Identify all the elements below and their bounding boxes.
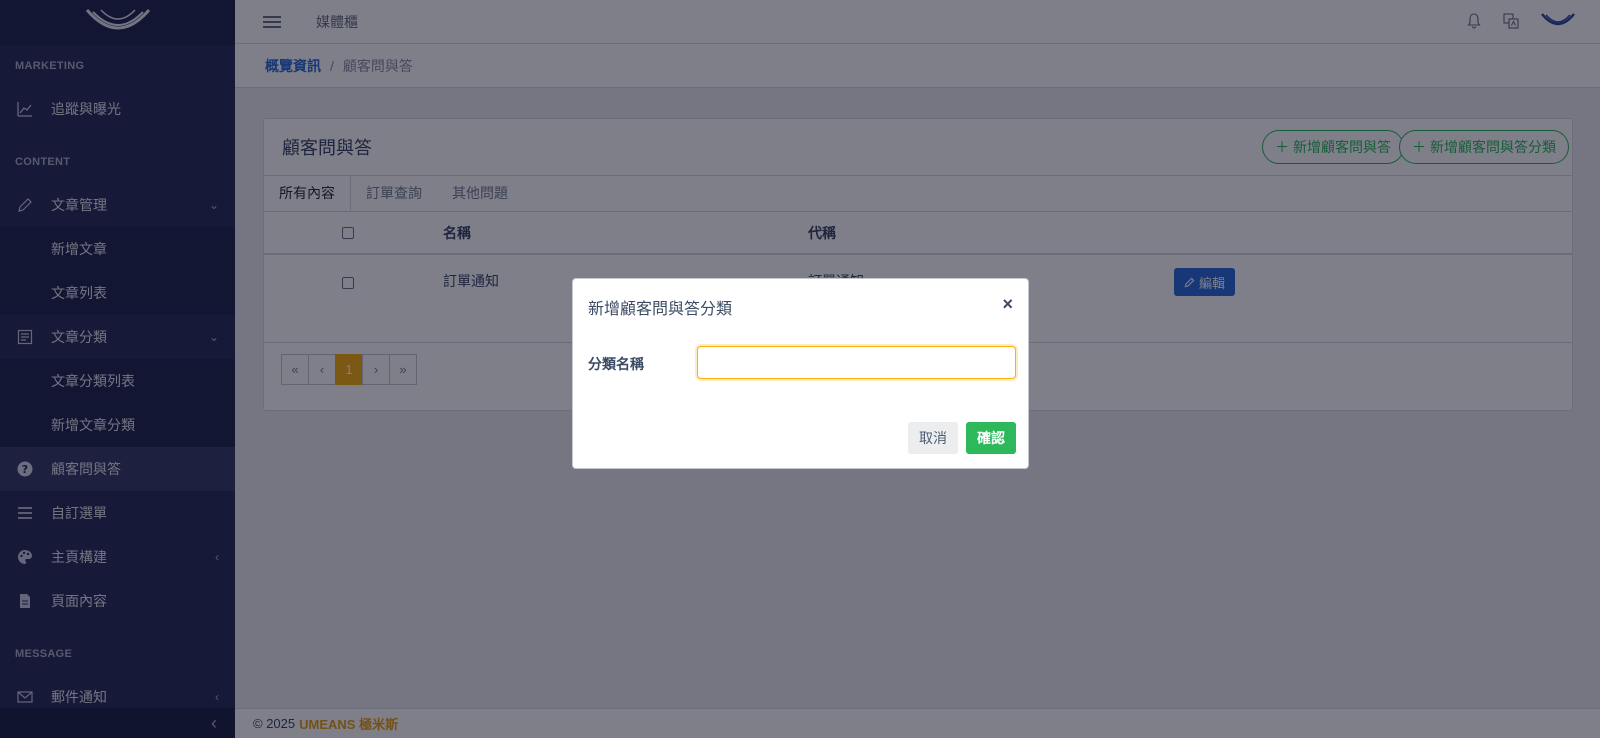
confirm-button[interactable]: 確認	[966, 422, 1016, 454]
category-name-label: 分類名稱	[588, 356, 644, 372]
category-name-input[interactable]	[697, 346, 1016, 379]
add-category-modal: 新增顧客問與答分類 × 分類名稱 取消 確認	[572, 278, 1029, 469]
close-icon[interactable]: ×	[1002, 295, 1013, 313]
cancel-button[interactable]: 取消	[908, 422, 958, 454]
modal-title: 新增顧客問與答分類	[588, 301, 733, 318]
